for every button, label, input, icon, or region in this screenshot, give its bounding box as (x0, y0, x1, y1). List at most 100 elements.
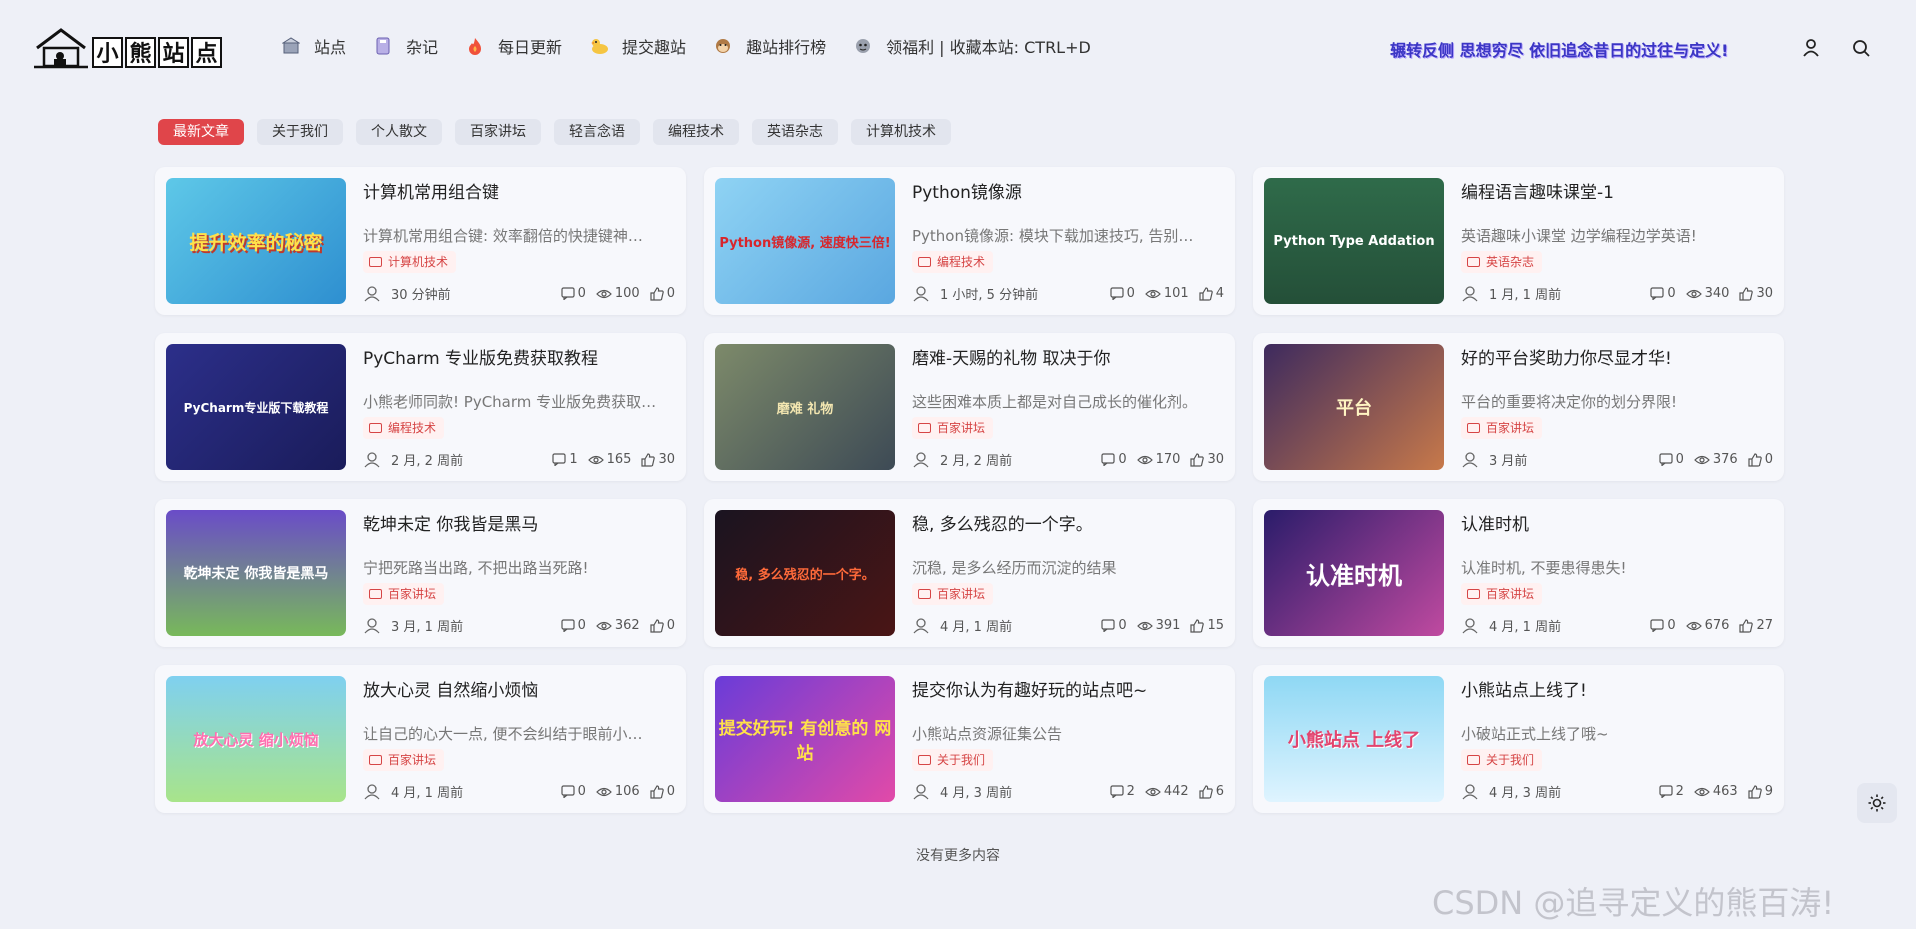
eye-icon (1694, 455, 1710, 464)
folder-icon (918, 755, 931, 765)
comment-icon (1110, 785, 1124, 798)
article-title[interactable]: 磨难-天赐的礼物 取决于你 (912, 344, 1111, 369)
article-title[interactable]: 好的平台奖助力你尽显才华! (1461, 344, 1672, 369)
like-count-value: 9 (1764, 784, 1773, 799)
nav-item-sites[interactable]: 站点 (280, 34, 346, 58)
like-count[interactable]: 6 (1199, 784, 1224, 799)
category-tag[interactable]: 编程技术 (912, 251, 994, 273)
like-count[interactable]: 0 (650, 784, 675, 799)
article-thumbnail[interactable]: 稳, 多么残忍的一个字。 (715, 510, 895, 636)
article-card-dark-horse[interactable]: 乾坤未定 你我皆是黑马 乾坤未定 你我皆是黑马 宁把死路当出路, 不把出路当死路! 百… (155, 499, 686, 647)
article-thumbnail[interactable]: 乾坤未定 你我皆是黑马 (166, 510, 346, 636)
like-count[interactable]: 0 (650, 286, 675, 301)
article-card-hardship-gift[interactable]: 磨难 礼物 磨难-天赐的礼物 取决于你 这些困难本质上都是对自己成长的催化剂。 百家讲… (704, 333, 1235, 481)
article-thumbnail[interactable]: 提交好玩! 有创意的 网站 (715, 676, 895, 802)
nav-item-benefits[interactable]: 领福利 | 收藏本站: CTRL+D (852, 34, 1091, 58)
article-title[interactable]: 小熊站点上线了! (1461, 676, 1587, 701)
category-tag[interactable]: 百家讲坛 (363, 583, 445, 605)
article-title[interactable]: PyCharm 专业版免费获取教程 (363, 344, 598, 369)
tab-about-us[interactable]: 关于我们 (257, 119, 343, 145)
article-title[interactable]: 计算机常用组合键 (363, 178, 499, 203)
article-card-shortcut-keys[interactable]: 提升效率的秘密 计算机常用组合键 计算机常用组合键: 效率翻倍的快捷键神… 计算机技术… (155, 167, 686, 315)
like-count[interactable]: 27 (1739, 618, 1773, 633)
article-title[interactable]: Python镜像源 (912, 178, 1022, 203)
eye-icon (1694, 787, 1710, 796)
like-count[interactable]: 0 (650, 618, 675, 633)
tab-lecture-forum[interactable]: 百家讲坛 (455, 119, 541, 145)
category-tag[interactable]: 百家讲坛 (912, 583, 994, 605)
thumbnail-text: PyCharm专业版下载教程 (183, 400, 329, 415)
tab-computer-tech[interactable]: 计算机技术 (851, 119, 951, 145)
article-title[interactable]: 乾坤未定 你我皆是黑马 (363, 510, 538, 535)
thumbs-up-icon (641, 452, 656, 467)
like-count[interactable]: 30 (1190, 452, 1224, 467)
category-tag[interactable]: 百家讲坛 (912, 417, 994, 439)
category-tag-label: 英语杂志 (1486, 255, 1535, 269)
author-avatar-icon (364, 285, 380, 301)
article-card-submit-site[interactable]: 提交好玩! 有创意的 网站 提交你认为有趣好玩的站点吧~ 小熊站点资源征集公告 关于我… (704, 665, 1235, 813)
category-tag[interactable]: 百家讲坛 (1461, 583, 1543, 605)
article-title[interactable]: 稳, 多么残忍的一个字。 (912, 510, 1093, 535)
tab-programming[interactable]: 编程技术 (653, 119, 739, 145)
category-tag[interactable]: 计算机技术 (363, 251, 457, 273)
tab-light-words[interactable]: 轻言念语 (554, 119, 640, 145)
folder-icon (918, 589, 931, 599)
publish-time: 2 月, 2 周前 (391, 454, 464, 469)
article-thumbnail[interactable]: PyCharm专业版下载教程 (166, 344, 346, 470)
like-count-value: 0 (666, 618, 675, 633)
theme-toggle-button[interactable] (1857, 783, 1897, 823)
article-card-seize-timing[interactable]: 认准时机 认准时机 认准时机, 不要患得患失! 百家讲坛 4 月, 1 周前 0 676 27 (1253, 499, 1784, 647)
article-excerpt: 英语趣味小课堂 边学编程边学英语! (1461, 227, 1697, 245)
nav-item-submit-site[interactable]: 提交趣站 (588, 34, 686, 58)
category-tag[interactable]: 编程技术 (363, 417, 445, 439)
article-thumbnail[interactable]: Python镜像源, 速度快三倍! (715, 178, 895, 304)
article-thumbnail[interactable]: 提升效率的秘密 (166, 178, 346, 304)
publish-time: 4 月, 1 周前 (391, 786, 464, 801)
article-thumbnail[interactable]: Python Type Addation (1264, 178, 1444, 304)
tab-latest[interactable]: 最新文章 (158, 119, 244, 145)
article-card-site-online[interactable]: 小熊站点 上线了 小熊站点上线了! 小破站正式上线了哦~ 关于我们 4 月, 3 周前 2… (1253, 665, 1784, 813)
article-card-programming-lesson[interactable]: Python Type Addation 编程语言趣味课堂-1 英语趣味小课堂 边学… (1253, 167, 1784, 315)
article-title[interactable]: 提交你认为有趣好玩的站点吧~ (912, 676, 1147, 701)
category-tag[interactable]: 百家讲坛 (1461, 417, 1543, 439)
article-stats: 2 442 6 (1100, 784, 1224, 799)
article-card-good-platform[interactable]: 平台 好的平台奖助力你尽显才华! 平台的重要将决定你的划分界限! 百家讲坛 3 月前 0 3… (1253, 333, 1784, 481)
nav-item-notes[interactable]: 杂记 (372, 34, 438, 58)
user-button[interactable] (1799, 36, 1823, 60)
article-excerpt: 小破站正式上线了哦~ (1461, 725, 1609, 743)
tab-english-magazine[interactable]: 英语杂志 (752, 119, 838, 145)
like-count[interactable]: 15 (1190, 618, 1224, 633)
view-count-value: 170 (1155, 452, 1181, 467)
like-count[interactable]: 9 (1748, 784, 1773, 799)
article-thumbnail[interactable]: 小熊站点 上线了 (1264, 676, 1444, 802)
author-avatar-icon (364, 783, 380, 799)
tab-personal-essays[interactable]: 个人散文 (356, 119, 442, 145)
category-tag[interactable]: 关于我们 (1461, 749, 1543, 771)
category-tag[interactable]: 百家讲坛 (363, 749, 445, 771)
like-count[interactable]: 30 (1739, 286, 1773, 301)
like-count[interactable]: 30 (641, 452, 675, 467)
article-thumbnail[interactable]: 平台 (1264, 344, 1444, 470)
comment-icon (1101, 453, 1115, 466)
like-count[interactable]: 4 (1199, 286, 1224, 301)
article-card-pycharm-tutorial[interactable]: PyCharm专业版下载教程 PyCharm 专业版免费获取教程 小熊老师同款! P… (155, 333, 686, 481)
like-count[interactable]: 0 (1748, 452, 1773, 467)
article-thumbnail[interactable]: 放大心灵 缩小烦恼 (166, 676, 346, 802)
nav-item-daily-updates[interactable]: 每日更新 (464, 34, 562, 58)
comment-count: 0 (1110, 286, 1135, 301)
article-title[interactable]: 认准时机 (1461, 510, 1529, 535)
category-tag[interactable]: 英语杂志 (1461, 251, 1543, 273)
search-button[interactable] (1849, 36, 1873, 60)
view-count-value: 376 (1712, 452, 1738, 467)
article-thumbnail[interactable]: 认准时机 (1264, 510, 1444, 636)
category-tag[interactable]: 关于我们 (912, 749, 994, 771)
article-card-enlarge-heart[interactable]: 放大心灵 缩小烦恼 放大心灵 自然缩小烦恼 让自己的心大一点, 便不会纠结于眼前小…… (155, 665, 686, 813)
article-title[interactable]: 放大心灵 自然缩小烦恼 (363, 676, 538, 701)
nav-item-ranking[interactable]: 趣站排行榜 (712, 34, 826, 58)
article-thumbnail[interactable]: 磨难 礼物 (715, 344, 895, 470)
article-grid: 提升效率的秘密 计算机常用组合键 计算机常用组合键: 效率翻倍的快捷键神… 计算机技术… (155, 167, 1784, 813)
article-title[interactable]: 编程语言趣味课堂-1 (1461, 178, 1614, 203)
article-card-python-mirror[interactable]: Python镜像源, 速度快三倍! Python镜像源 Python镜像源: 模块下… (704, 167, 1235, 315)
site-logo[interactable]: 小 熊 站 点 (34, 26, 222, 70)
article-card-steady[interactable]: 稳, 多么残忍的一个字。 稳, 多么残忍的一个字。 沉稳, 是多么经历而沉淀的结果百… (704, 499, 1235, 647)
